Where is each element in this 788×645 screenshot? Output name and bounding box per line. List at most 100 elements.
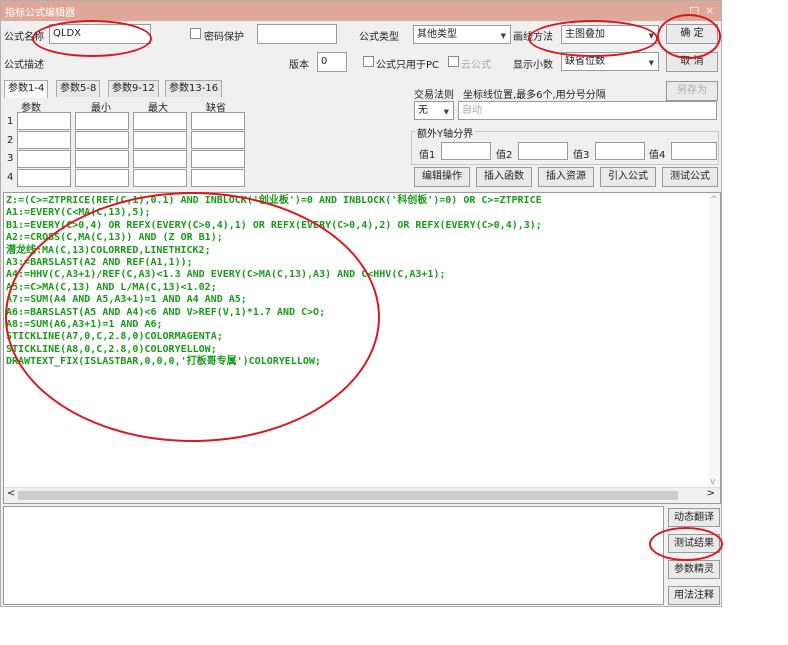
param-cell[interactable]: [17, 169, 71, 187]
insert-function-button[interactable]: 插入函数: [476, 167, 532, 187]
code-line: Z:=(C>=ZTPRICE(REF(C,1),0.1) AND INBLOCK…: [6, 195, 542, 206]
code-line: A5:=C>MA(C,13) AND L/MA(C,13)<1.02;: [6, 281, 217, 293]
param-cell[interactable]: [75, 169, 129, 187]
code-line: STICKLINE(A8,0,C,2.8,0)COLORYELLOW;: [6, 343, 217, 355]
scroll-down-icon[interactable]: v: [710, 477, 715, 487]
pc-only-checkbox[interactable]: [363, 56, 374, 67]
formula-type-value: 其他类型: [417, 29, 457, 40]
value4-input[interactable]: [671, 142, 717, 160]
code-line: A8:=SUM(A6,A3+1)=1 AND A6;: [6, 319, 163, 331]
dynamic-translate-button[interactable]: 动态翻译: [668, 508, 720, 527]
code-line: A3:=BARSLAST(A2 AND REF(A1,1));: [6, 257, 193, 269]
code-line: B1:=EVERY(C>0,4) OR REFX(EVERY(C>0,4),1)…: [6, 219, 542, 231]
axis-select[interactable]: 无 ▼: [414, 101, 454, 120]
param-cell[interactable]: [133, 112, 187, 130]
password-input[interactable]: [257, 24, 337, 44]
save-as-button[interactable]: 另存为: [666, 81, 718, 101]
tab-params-9-12[interactable]: 参数9-12: [108, 80, 159, 97]
formula-desc-input[interactable]: [49, 52, 285, 72]
cloud-label: 云公式: [461, 60, 491, 71]
code-line: A4:=HHV(C,A3+1)/REF(C,A3)<1.3 AND EVERY(…: [6, 269, 446, 281]
scroll-right-icon[interactable]: >: [707, 488, 715, 499]
horizontal-scrollbar[interactable]: < >: [4, 487, 720, 503]
param-cell[interactable]: [75, 112, 129, 130]
tab-params-13-16[interactable]: 参数13-16: [165, 80, 223, 97]
param-row-number: 4: [7, 172, 14, 183]
value2-input[interactable]: [518, 142, 568, 160]
value1-input[interactable]: [441, 142, 491, 160]
version-input[interactable]: 0: [317, 52, 347, 72]
code-line: 潜龙线:MA(C,13)COLORRED,LINETHICK2;: [6, 244, 211, 256]
value1-label: 值1: [419, 150, 436, 161]
insert-resource-button[interactable]: 插入资源: [538, 167, 594, 187]
trade-rule-label[interactable]: 交易法则: [414, 86, 454, 101]
confirm-button[interactable]: 确 定: [666, 24, 718, 44]
scroll-left-icon[interactable]: <: [7, 488, 15, 499]
param-row-number: 1: [7, 116, 14, 127]
value3-label: 值3: [573, 150, 590, 161]
decimals-select[interactable]: 缺省位数 ▼: [561, 52, 659, 71]
cloud-checkbox[interactable]: [448, 56, 459, 67]
axis-positions-input[interactable]: 自动: [458, 101, 717, 120]
chevron-down-icon: ▼: [648, 59, 654, 67]
param-cell[interactable]: [191, 150, 245, 168]
param-cell[interactable]: [133, 150, 187, 168]
param-cell[interactable]: [17, 112, 71, 130]
axis-hint-label: 坐标线位置,最多6个,用分号分隔: [463, 90, 606, 101]
chevron-down-icon: ▼: [500, 32, 506, 40]
window-title: 指标公式编辑器: [5, 8, 75, 19]
test-result-button[interactable]: 测试结果: [668, 534, 720, 553]
title-bar[interactable]: 指标公式编辑器 □ ×: [1, 1, 721, 21]
decimals-value: 缺省位数: [565, 56, 605, 67]
code-line: A6:=BARSLAST(A5 AND A4)<6 AND V>REF(V,1)…: [6, 306, 326, 318]
code-line: STICKLINE(A7,0,C,2.8,0)COLORMAGENTA;: [6, 331, 223, 343]
param-cell[interactable]: [191, 131, 245, 149]
axis-select-value: 无: [418, 105, 428, 116]
test-formula-button[interactable]: 测试公式: [662, 167, 718, 187]
edit-ops-button[interactable]: 编辑操作: [414, 167, 470, 187]
param-cell[interactable]: [17, 131, 71, 149]
pc-only-label: 公式只用于PC: [376, 60, 440, 71]
password-checkbox[interactable]: [190, 28, 201, 39]
code-text[interactable]: Z:=(C>=ZTPRICE(REF(C,1),0.1) AND INBLOCK…: [6, 195, 542, 369]
param-cell[interactable]: [133, 169, 187, 187]
value4-label: 值4: [649, 150, 666, 161]
formula-name-input[interactable]: QLDX: [49, 24, 151, 44]
param-cell[interactable]: [75, 150, 129, 168]
param-wizard-button[interactable]: 参数精灵: [668, 560, 720, 579]
maximize-button[interactable]: □: [689, 4, 699, 17]
code-line: A1:=EVERY(C<MA(C,13),5);: [6, 207, 151, 219]
scroll-up-icon[interactable]: ^: [710, 195, 718, 205]
vertical-scrollbar[interactable]: ^ v: [708, 193, 720, 489]
code-line: DRAWTEXT_FIX(ISLASTBAR,0,0,0,'打板哥专属')COL…: [6, 356, 321, 368]
extra-axis-label: 额外Y轴分界: [415, 125, 476, 140]
close-button[interactable]: ×: [705, 4, 714, 17]
scroll-thumb[interactable]: [18, 491, 678, 500]
param-cell[interactable]: [75, 131, 129, 149]
password-label: 密码保护: [204, 32, 244, 43]
cancel-button[interactable]: 取 消: [666, 52, 718, 72]
formula-type-select[interactable]: 其他类型 ▼: [413, 25, 511, 44]
param-cell[interactable]: [17, 150, 71, 168]
value3-input[interactable]: [595, 142, 645, 160]
param-cell[interactable]: [191, 169, 245, 187]
version-label: 版本: [289, 60, 309, 71]
param-cell[interactable]: [133, 131, 187, 149]
tab-params-1-4[interactable]: 参数1-4: [4, 80, 49, 98]
param-row-number: 3: [7, 153, 14, 164]
chevron-down-icon: ▼: [443, 108, 449, 116]
import-formula-button[interactable]: 引入公式: [600, 167, 656, 187]
param-cell[interactable]: [191, 112, 245, 130]
code-editor[interactable]: Z:=(C>=ZTPRICE(REF(C,1),0.1) AND INBLOCK…: [3, 192, 721, 504]
formula-desc-label: 公式描述: [4, 60, 44, 71]
draw-method-value: 主图叠加: [565, 29, 605, 40]
code-line: A2:=CROSS(C,MA(C,13)) AND (Z OR B1);: [6, 232, 223, 244]
draw-method-select[interactable]: 主图叠加 ▼: [561, 25, 659, 44]
tab-params-5-8[interactable]: 参数5-8: [56, 80, 101, 97]
output-panel[interactable]: [3, 506, 664, 605]
code-line: A7:=SUM(A4 AND A5,A3+1)=1 AND A4 AND A5;: [6, 294, 247, 306]
usage-notes-button[interactable]: 用法注释: [668, 586, 720, 605]
param-row-number: 2: [7, 135, 14, 146]
formula-type-label: 公式类型: [359, 32, 399, 43]
formula-name-label: 公式名称: [4, 32, 44, 43]
